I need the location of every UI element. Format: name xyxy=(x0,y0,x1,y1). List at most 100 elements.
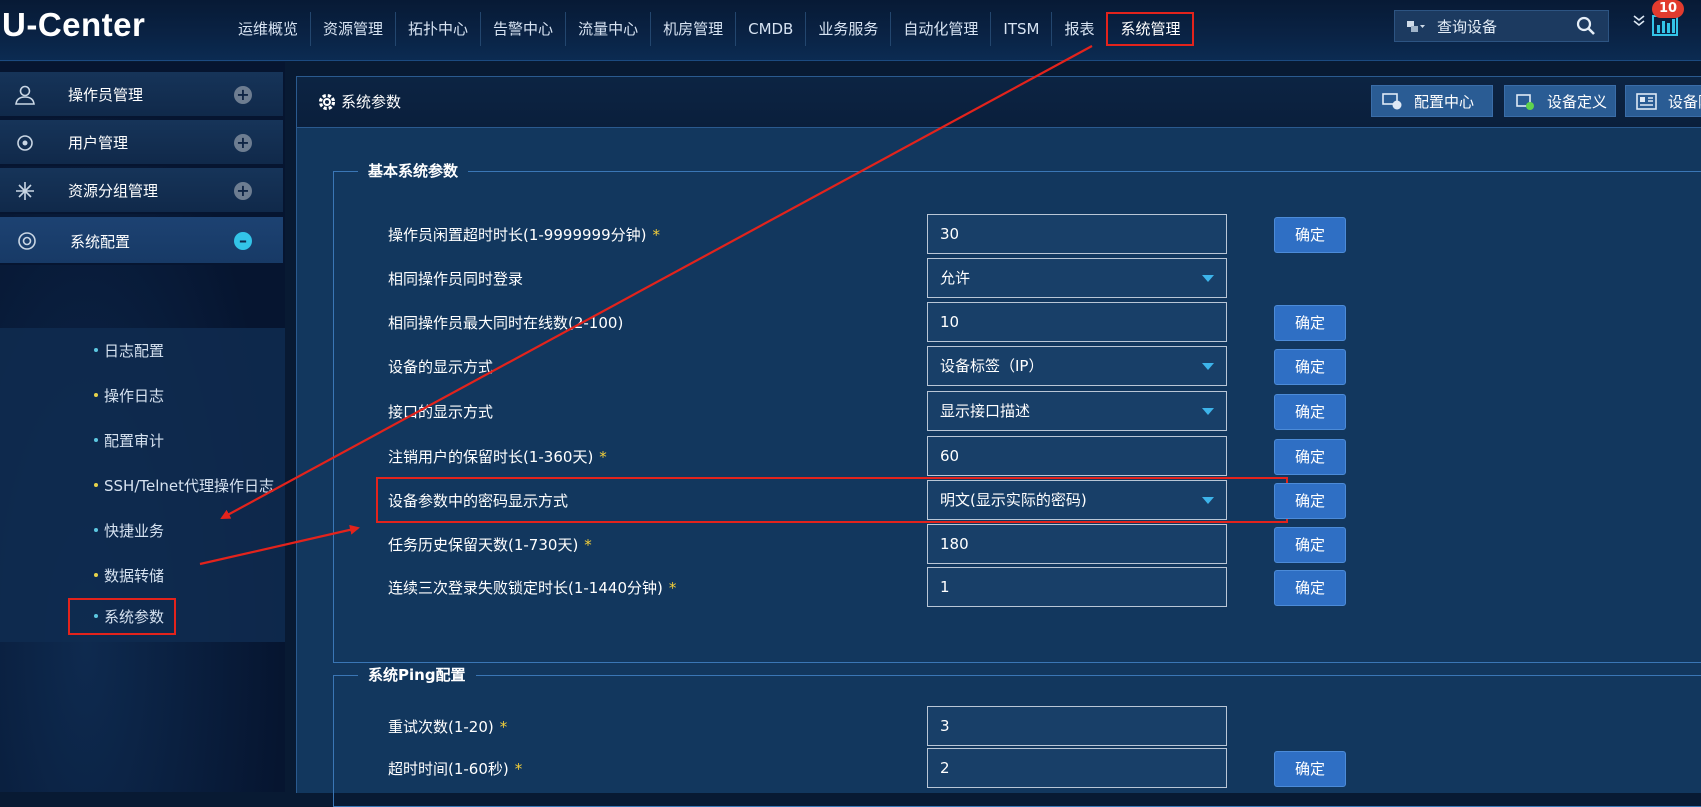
required-asterisk: * xyxy=(499,718,508,736)
param-row: 任务历史保留天数(1-730天) * 确定 xyxy=(334,524,1701,564)
expand-plus-icon[interactable]: + xyxy=(234,182,252,200)
top-bar: U-Center 运维概览 资源管理 拓扑中心 告警中心 流量中心 机房管理 CMDB 业务服… xyxy=(0,0,1701,61)
toolbar-label: 设备定义 xyxy=(1547,93,1608,111)
confirm-button[interactable]: 确定 xyxy=(1274,349,1346,385)
bullet-dot-icon xyxy=(94,614,98,618)
nav-item[interactable]: 资源管理 xyxy=(310,12,395,46)
param-label-text: 操作员闲置超时时长(1-9999999分钟) xyxy=(388,226,647,244)
param-row: 超时时间(1-60秒) * 确定 xyxy=(334,748,1701,788)
sidebar-subitem[interactable]: 系统参数 xyxy=(68,598,177,635)
param-label-text: 设备的显示方式 xyxy=(388,358,494,376)
param-select[interactable]: 允许 xyxy=(927,258,1227,298)
param-input[interactable] xyxy=(927,436,1227,476)
dropdown-caret-icon[interactable] xyxy=(1202,408,1214,415)
nav-item[interactable]: CMDB xyxy=(735,12,805,46)
sidebar-group-user[interactable]: 用户管理 + xyxy=(0,120,283,166)
nav-item[interactable]: 告警中心 xyxy=(480,12,565,46)
sidebar-subitem[interactable]: SSH/Telnet代理操作日志 xyxy=(94,475,274,496)
param-label-text: 连续三次登录失败锁定时长(1-1440分钟) xyxy=(388,579,663,597)
expand-plus-icon[interactable]: + xyxy=(234,86,252,104)
param-label-text: 任务历史保留天数(1-730天) xyxy=(388,536,579,554)
double-chevron-down-icon[interactable] xyxy=(1632,14,1646,28)
dropdown-caret-icon[interactable] xyxy=(1202,497,1214,504)
confirm-button[interactable]: 确定 xyxy=(1274,439,1346,475)
nav-item[interactable]: 自动化管理 xyxy=(890,12,990,46)
sidebar-group-operator[interactable]: 操作员管理 + xyxy=(0,72,283,118)
sidebar-group-system-config[interactable]: 系统配置 – xyxy=(0,217,283,265)
search-icon[interactable] xyxy=(1576,16,1596,36)
param-label-text: 超时时间(1-60秒) xyxy=(388,760,509,778)
confirm-button[interactable]: 确定 xyxy=(1274,217,1346,253)
dropdown-caret-icon[interactable] xyxy=(1202,363,1214,370)
main-header: 系统参数 配置中心 设备定义 设备附 xyxy=(297,77,1701,128)
section-legend: 系统Ping配置 xyxy=(358,664,476,685)
select-value: 设备标签（IP） xyxy=(940,357,1044,375)
param-label-text: 接口的显示方式 xyxy=(388,403,494,421)
nav-item[interactable]: ITSM xyxy=(990,12,1051,46)
param-label: 接口的显示方式 xyxy=(388,401,493,422)
nav-item[interactable]: 报表 xyxy=(1051,12,1106,46)
sidebar-group-resource[interactable]: 资源分组管理 + xyxy=(0,168,283,214)
param-input[interactable] xyxy=(927,748,1227,788)
select-value: 显示接口描述 xyxy=(940,402,1031,420)
confirm-button[interactable]: 确定 xyxy=(1274,570,1346,606)
confirm-button[interactable]: 确定 xyxy=(1274,527,1346,563)
param-select[interactable]: 设备标签（IP） xyxy=(927,346,1227,386)
sidebar-subitem-label: SSH/Telnet代理操作日志 xyxy=(104,477,275,495)
required-asterisk: * xyxy=(584,536,592,554)
device-search[interactable] xyxy=(1394,10,1609,42)
sidebar-subitem-label: 配置审计 xyxy=(104,432,165,450)
confirm-button[interactable]: 确定 xyxy=(1274,751,1346,787)
bullet-dot-icon xyxy=(94,393,98,397)
group-icon xyxy=(16,182,34,200)
param-input[interactable] xyxy=(927,567,1227,607)
nav-item[interactable]: 业务服务 xyxy=(805,12,890,46)
collapse-minus-icon[interactable]: – xyxy=(234,232,252,250)
param-label: 超时时间(1-60秒) * xyxy=(388,758,522,779)
nav-item[interactable]: 运维概览 xyxy=(226,12,310,46)
param-label: 重试次数(1-20) * xyxy=(388,716,507,737)
config-center-button[interactable]: 配置中心 xyxy=(1371,85,1493,117)
confirm-button[interactable]: 确定 xyxy=(1274,394,1346,430)
device-type-icon[interactable] xyxy=(1407,20,1425,34)
sidebar-subitem-label: 数据转储 xyxy=(104,567,165,585)
confirm-button[interactable]: 确定 xyxy=(1274,483,1346,519)
param-label: 设备参数中的密码显示方式 xyxy=(388,490,568,511)
sidebar-subitem[interactable]: 数据转储 xyxy=(94,565,164,586)
param-select[interactable]: 显示接口描述 xyxy=(927,391,1227,431)
param-row: 连续三次登录失败锁定时长(1-1440分钟) * 确定 xyxy=(334,567,1701,607)
device-define-button[interactable]: 设备定义 xyxy=(1504,85,1616,117)
config-icon xyxy=(18,232,36,250)
device-card-button[interactable]: 设备附 xyxy=(1625,85,1701,117)
param-input[interactable] xyxy=(927,214,1227,254)
sidebar-subitem[interactable]: 日志配置 xyxy=(94,340,164,361)
nav-item[interactable]: 拓扑中心 xyxy=(395,12,480,46)
param-input[interactable] xyxy=(927,524,1227,564)
required-asterisk: * xyxy=(668,579,677,597)
basic-params-section: 基本系统参数 操作员闲置超时时长(1-9999999分钟)*确定相同操作员同时登… xyxy=(333,160,1701,663)
expand-plus-icon[interactable]: + xyxy=(234,134,252,152)
param-select[interactable]: 明文(显示实际的密码) xyxy=(927,480,1227,520)
bullet-dot-icon xyxy=(94,528,98,532)
confirm-button[interactable]: 确定 xyxy=(1274,305,1346,341)
param-label: 操作员闲置超时时长(1-9999999分钟) * xyxy=(388,224,660,245)
sidebar-subitem[interactable]: 快捷业务 xyxy=(94,520,164,541)
param-row: 相同操作员同时登录 允许 xyxy=(334,258,1701,298)
select-value: 允许 xyxy=(940,269,971,287)
sidebar-subitem[interactable]: 操作日志 xyxy=(94,385,164,406)
sidebar-group-label: 操作员管理 xyxy=(68,86,144,104)
ping-config-section: 系统Ping配置 重试次数(1-20) * 超时时间(1-60秒) * 确定 xyxy=(333,664,1701,807)
param-input[interactable] xyxy=(927,706,1227,746)
required-asterisk: * xyxy=(652,226,660,244)
nav-item[interactable]: 机房管理 xyxy=(650,12,735,46)
search-input[interactable] xyxy=(1435,16,1569,38)
sidebar-subitem-label: 快捷业务 xyxy=(104,522,165,540)
dropdown-caret-icon[interactable] xyxy=(1202,275,1214,282)
param-input[interactable] xyxy=(927,302,1227,342)
nav-item[interactable]: 系统管理 xyxy=(1106,12,1195,46)
nav-item[interactable]: 流量中心 xyxy=(565,12,650,46)
param-label: 相同操作员最大同时在线数(2-100) xyxy=(388,312,623,333)
sidebar-subitem[interactable]: 配置审计 xyxy=(94,430,164,451)
param-label: 相同操作员同时登录 xyxy=(388,268,523,289)
main-panel: 系统参数 配置中心 设备定义 设备附 基本系统参数 操作员闲置超时 xyxy=(296,76,1701,807)
